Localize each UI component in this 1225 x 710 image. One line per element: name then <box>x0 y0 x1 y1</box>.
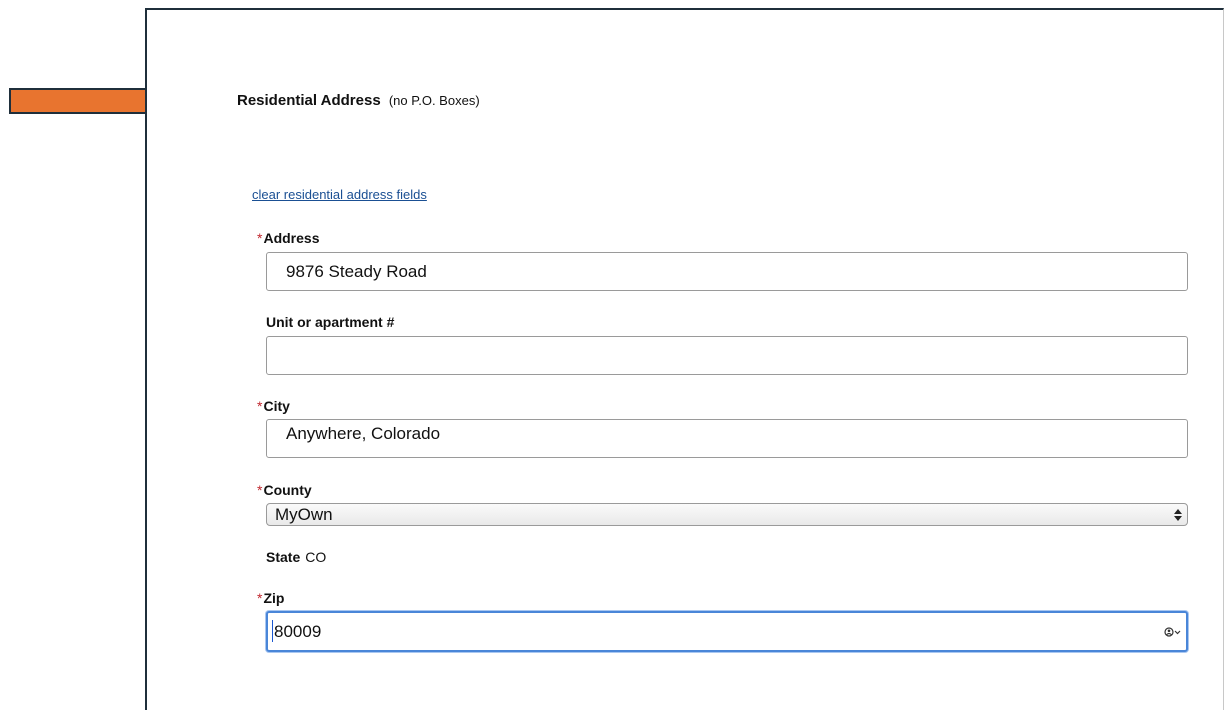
city-label: *City <box>257 398 290 414</box>
select-updown-icon <box>1174 509 1182 521</box>
zip-label-text: Zip <box>263 590 285 606</box>
address-label-text: Address <box>263 230 320 246</box>
address-input[interactable]: 9876 Steady Road <box>266 252 1188 291</box>
county-selected-value: MyOwn <box>275 505 333 524</box>
county-select[interactable]: MyOwn <box>266 503 1188 526</box>
zip-input[interactable]: 80009 <box>266 611 1188 652</box>
section-heading: Residential Address (no P.O. Boxes) <box>237 92 480 109</box>
unit-input[interactable] <box>266 336 1188 375</box>
clear-address-link[interactable]: clear residential address fields <box>252 187 427 202</box>
required-marker: * <box>257 398 263 414</box>
text-cursor <box>272 620 273 642</box>
required-marker: * <box>257 590 263 606</box>
contact-autofill-icon[interactable] <box>1164 626 1182 638</box>
state-label: State <box>266 549 301 565</box>
zip-label: *Zip <box>257 590 284 606</box>
section-title: Residential Address <box>237 92 381 109</box>
city-input[interactable]: Anywhere, Colorado <box>266 419 1188 458</box>
address-label: *Address <box>257 230 319 246</box>
county-label: *County <box>257 482 312 498</box>
required-marker: * <box>257 482 263 498</box>
state-row: State CO <box>266 549 326 565</box>
required-marker: * <box>257 230 263 246</box>
unit-label: Unit or apartment # <box>266 314 395 330</box>
county-label-text: County <box>263 482 312 498</box>
state-value: CO <box>305 549 327 565</box>
city-label-text: City <box>263 398 290 414</box>
section-note: (no P.O. Boxes) <box>388 93 480 108</box>
